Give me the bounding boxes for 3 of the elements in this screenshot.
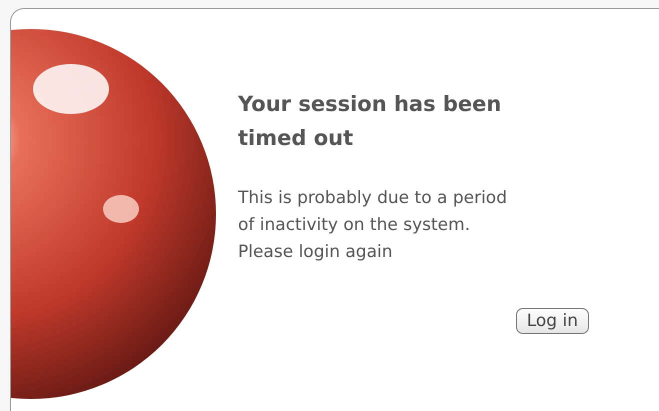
login-button[interactable]: Log in <box>516 308 589 334</box>
dialog-title: Your session has been timed out <box>238 91 502 152</box>
dialog-message: This is probably due to a period of inactivity on the system. Please login again <box>238 187 508 264</box>
